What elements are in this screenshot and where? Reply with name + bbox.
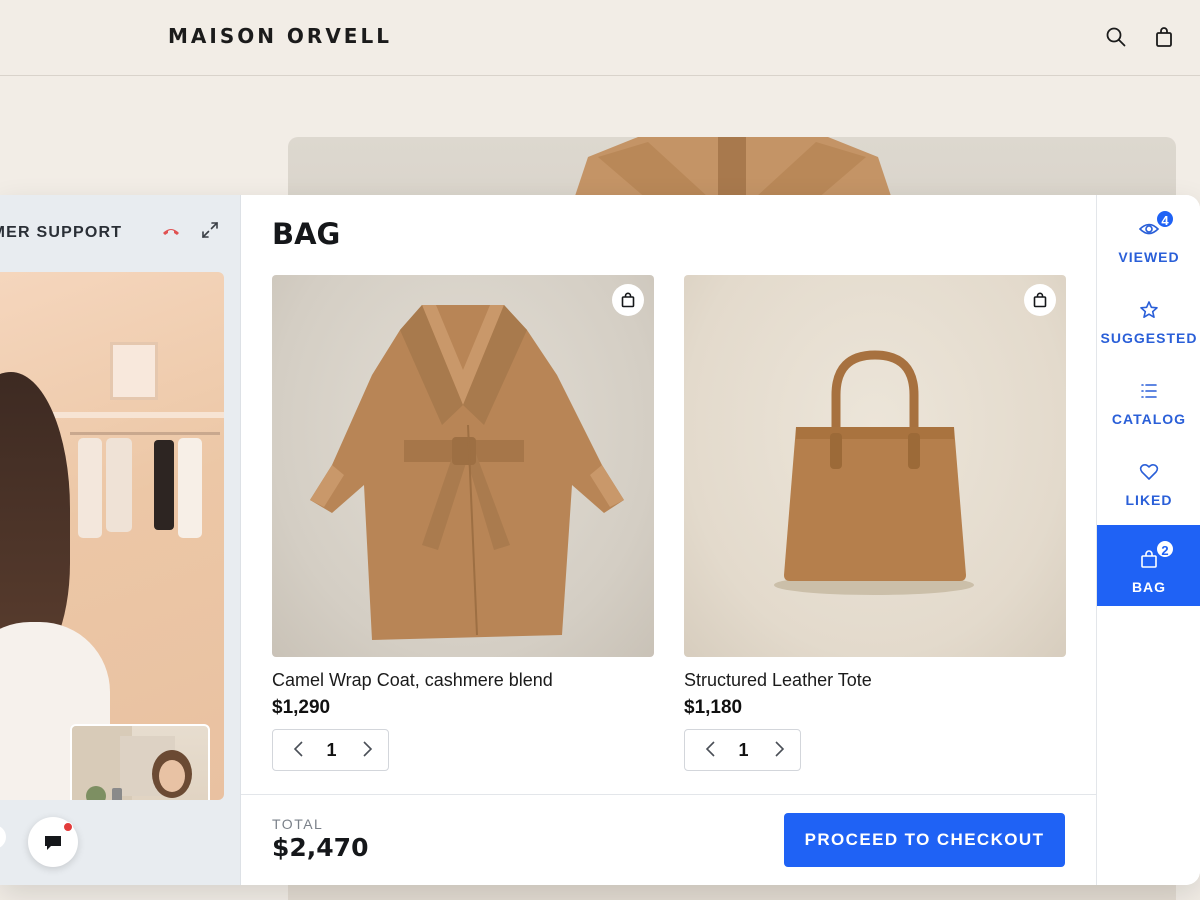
add-to-bag-button[interactable] (612, 284, 644, 316)
video-wall-frame (110, 342, 158, 400)
bag-item-card: Camel Wrap Coat, cashmere blend $1,290 1 (272, 275, 654, 771)
product-image-coat[interactable] (272, 275, 654, 657)
chat-button[interactable] (28, 817, 78, 867)
heart-icon (1139, 463, 1159, 480)
shopping-overlay: OMER SUPPORT (0, 195, 1200, 885)
product-name[interactable]: Camel Wrap Coat, cashmere blend (272, 670, 654, 691)
bag-item-card: Structured Leather Tote $1,180 1 (684, 275, 1066, 771)
bag-footer: TOTAL $2,470 PROCEED TO CHECKOUT (241, 794, 1096, 885)
rail-item-label: BAG (1131, 579, 1167, 595)
quantity-stepper: 1 (272, 729, 389, 771)
chat-icon (45, 836, 61, 850)
rail-item-label: VIEWED (1118, 249, 1180, 265)
search-icon[interactable] (1105, 26, 1127, 48)
product-price: $1,290 (272, 697, 331, 718)
bag-panel: BAG Camel Wrap Coat, cashmere blend $1,2… (241, 195, 1096, 885)
rail-item-viewed[interactable]: 4 VIEWED (1097, 195, 1200, 276)
chat-notification-dot (63, 822, 73, 832)
bag-count-badge: 2 (1155, 539, 1175, 559)
increase-quantity-button[interactable] (357, 738, 377, 760)
shopping-bag-icon[interactable] (1153, 26, 1175, 48)
decrease-quantity-button[interactable] (289, 738, 309, 760)
product-price: $1,180 (684, 697, 743, 718)
rail-item-liked[interactable]: LIKED (1097, 438, 1200, 519)
chevron-left-icon (293, 741, 303, 757)
hang-up-icon[interactable] (162, 225, 180, 237)
product-name[interactable]: Structured Leather Tote (684, 670, 1066, 691)
chevron-right-icon (775, 741, 785, 757)
brand-logo[interactable]: MAISON ORVELL (168, 24, 392, 48)
rail-item-suggested[interactable]: SUGGESTED (1097, 276, 1200, 357)
support-panel: OMER SUPPORT (0, 195, 241, 885)
chevron-left-icon (705, 741, 715, 757)
viewed-count-badge: 4 (1155, 209, 1175, 229)
rail-item-catalog[interactable]: CATALOG (1097, 357, 1200, 438)
rail-item-bag[interactable]: 2 BAG (1097, 525, 1200, 606)
rail-item-label: LIKED (1125, 492, 1173, 508)
product-image-tote[interactable] (684, 275, 1066, 657)
quantity-value: 1 (738, 740, 749, 760)
shopping-bag-icon (1033, 292, 1047, 308)
decrease-quantity-button[interactable] (701, 738, 721, 760)
rail-item-label: CATALOG (1111, 411, 1187, 427)
list-icon (1141, 384, 1157, 398)
support-title: OMER SUPPORT (0, 224, 123, 241)
quantity-stepper: 1 (684, 729, 801, 771)
site-header: MAISON ORVELL (0, 0, 1200, 76)
total-value: $2,470 (272, 833, 369, 862)
rail-item-label: SUGGESTED (1100, 330, 1198, 346)
total-label: TOTAL (272, 816, 324, 832)
side-rail: 4 VIEWED SUGGESTED CATALOG LIKED 2 BAG (1096, 195, 1200, 885)
video-call-feed[interactable] (0, 272, 224, 800)
quantity-value: 1 (326, 740, 337, 760)
shopping-bag-icon (621, 292, 635, 308)
chevron-right-icon (363, 741, 373, 757)
increase-quantity-button[interactable] (769, 738, 789, 760)
add-to-bag-button[interactable] (1024, 284, 1056, 316)
video-shelf (50, 412, 224, 418)
self-view-video[interactable] (70, 724, 210, 800)
mute-button[interactable] (0, 825, 6, 849)
star-icon (1140, 301, 1158, 318)
bag-title: BAG (272, 217, 341, 251)
expand-icon[interactable] (200, 220, 220, 240)
hero-footer-strip (288, 884, 1176, 900)
proceed-to-checkout-button[interactable]: PROCEED TO CHECKOUT (784, 813, 1065, 867)
video-clothing-rack (70, 432, 220, 538)
